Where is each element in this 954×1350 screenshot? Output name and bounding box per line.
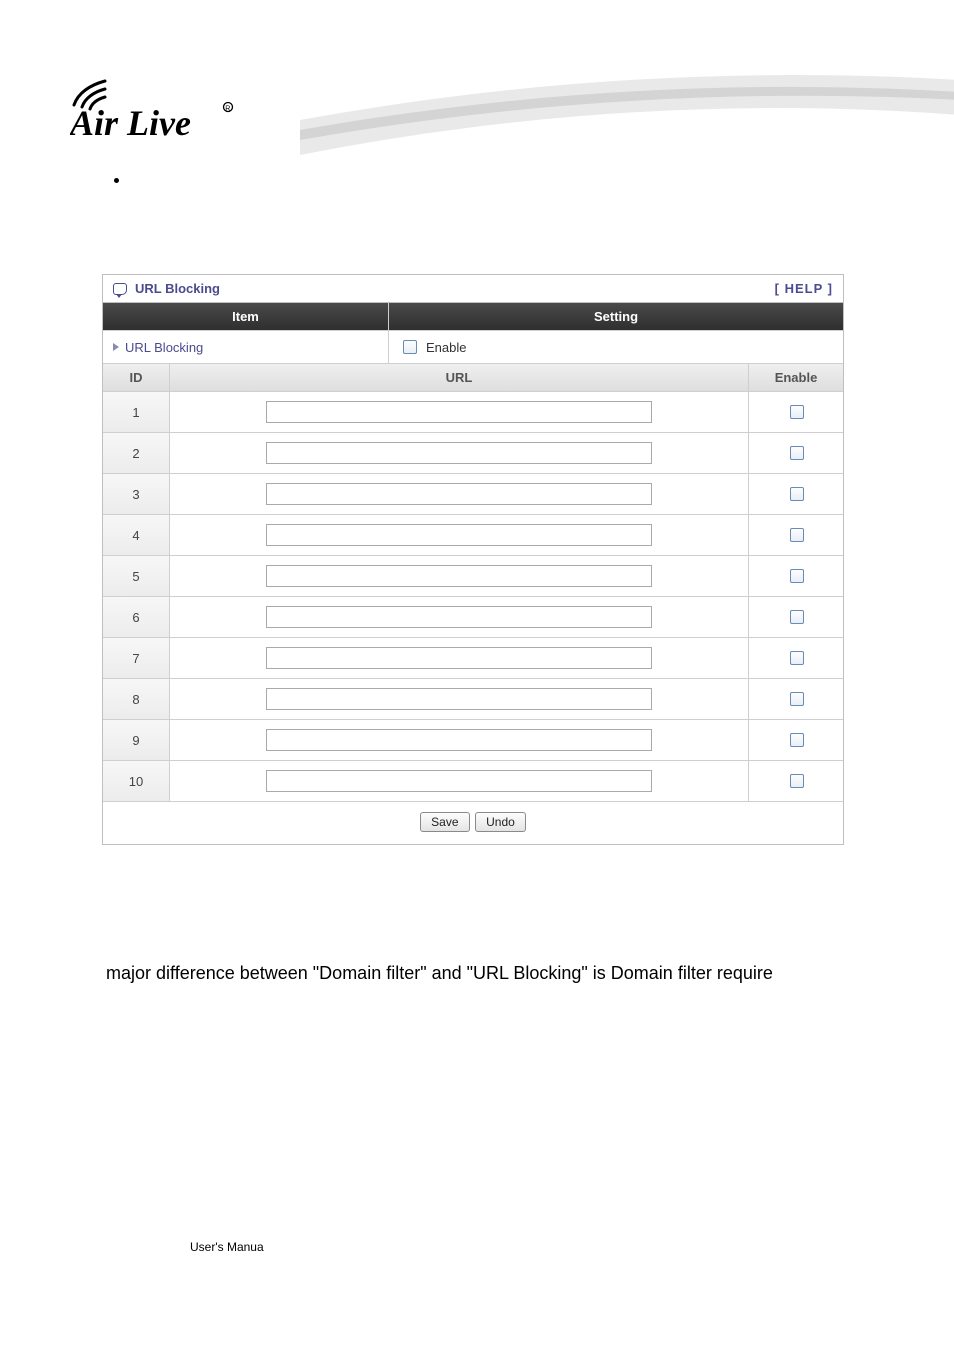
column-header-item: Item: [103, 303, 389, 330]
row-id: 8: [103, 679, 170, 719]
row-enable-cell: [749, 761, 843, 801]
brand-logo: Air Live R: [70, 75, 240, 145]
url-blocking-panel: URL Blocking [ HELP ] Item Setting URL B…: [102, 274, 844, 845]
svg-text:R: R: [225, 105, 230, 112]
table-row: 6: [103, 597, 843, 638]
grid-header-enable: Enable: [749, 364, 843, 391]
triangle-right-icon: [113, 343, 119, 351]
undo-button[interactable]: Undo: [475, 812, 526, 832]
row-enable-checkbox[interactable]: [790, 610, 804, 624]
row-id: 9: [103, 720, 170, 760]
table-row: 4: [103, 515, 843, 556]
row-enable-checkbox[interactable]: [790, 651, 804, 665]
row-url-cell: [170, 433, 749, 473]
table-row: 5: [103, 556, 843, 597]
row-enable-checkbox[interactable]: [790, 487, 804, 501]
row-enable-cell: [749, 392, 843, 432]
panel-header: URL Blocking [ HELP ]: [103, 275, 843, 303]
row-url-cell: [170, 679, 749, 719]
panel-title: URL Blocking: [135, 281, 220, 296]
column-header-row: Item Setting: [103, 303, 843, 331]
row-id: 5: [103, 556, 170, 596]
url-input[interactable]: [266, 524, 652, 546]
row-enable-checkbox[interactable]: [790, 774, 804, 788]
row-enable-cell: [749, 474, 843, 514]
url-input[interactable]: [266, 401, 652, 423]
url-input[interactable]: [266, 565, 652, 587]
table-row: 3: [103, 474, 843, 515]
row-enable-cell: [749, 433, 843, 473]
row-enable-checkbox[interactable]: [790, 446, 804, 460]
sub-item-label: URL Blocking: [125, 340, 203, 355]
row-url-cell: [170, 597, 749, 637]
url-input[interactable]: [266, 688, 652, 710]
svg-text:Air Live: Air Live: [70, 103, 191, 143]
button-row: Save Undo: [103, 802, 843, 844]
row-enable-checkbox[interactable]: [790, 733, 804, 747]
table-row: 10: [103, 761, 843, 802]
row-enable-checkbox[interactable]: [790, 405, 804, 419]
url-input[interactable]: [266, 442, 652, 464]
url-input[interactable]: [266, 606, 652, 628]
row-id: 7: [103, 638, 170, 678]
row-enable-cell: [749, 597, 843, 637]
row-url-cell: [170, 515, 749, 555]
row-enable-cell: [749, 679, 843, 719]
url-input[interactable]: [266, 483, 652, 505]
table-row: 2: [103, 433, 843, 474]
row-id: 10: [103, 761, 170, 801]
row-id: 1: [103, 392, 170, 432]
row-enable-checkbox[interactable]: [790, 569, 804, 583]
row-url-cell: [170, 638, 749, 678]
url-blocking-toggle-row: URL Blocking Enable: [103, 331, 843, 364]
table-row: 8: [103, 679, 843, 720]
row-enable-cell: [749, 556, 843, 596]
row-enable-checkbox[interactable]: [790, 528, 804, 542]
column-header-setting: Setting: [389, 303, 843, 330]
row-enable-cell: [749, 720, 843, 760]
row-url-cell: [170, 761, 749, 801]
row-url-cell: [170, 720, 749, 760]
row-enable-cell: [749, 515, 843, 555]
url-input[interactable]: [266, 647, 652, 669]
url-input[interactable]: [266, 729, 652, 751]
row-id: 3: [103, 474, 170, 514]
row-enable-checkbox[interactable]: [790, 692, 804, 706]
row-id: 4: [103, 515, 170, 555]
row-url-cell: [170, 474, 749, 514]
speech-bubble-icon: [113, 283, 127, 295]
table-row: 9: [103, 720, 843, 761]
row-url-cell: [170, 556, 749, 596]
row-enable-cell: [749, 638, 843, 678]
row-id: 2: [103, 433, 170, 473]
footer-text: User's Manua: [190, 1240, 264, 1254]
row-url-cell: [170, 392, 749, 432]
grid-header-id: ID: [103, 364, 170, 391]
header-swoosh: [300, 60, 954, 160]
url-input[interactable]: [266, 770, 652, 792]
enable-checkbox-label: Enable: [426, 340, 466, 355]
grid-header-url: URL: [170, 364, 749, 391]
grid-header: ID URL Enable: [103, 364, 843, 392]
table-row: 7: [103, 638, 843, 679]
table-row: 1: [103, 392, 843, 433]
save-button[interactable]: Save: [420, 812, 469, 832]
bullet-point: [114, 178, 119, 183]
help-link[interactable]: [ HELP ]: [775, 281, 833, 296]
body-paragraph: major difference between "Domain filter"…: [106, 960, 846, 987]
row-id: 6: [103, 597, 170, 637]
url-blocking-enable-checkbox[interactable]: [403, 340, 417, 354]
